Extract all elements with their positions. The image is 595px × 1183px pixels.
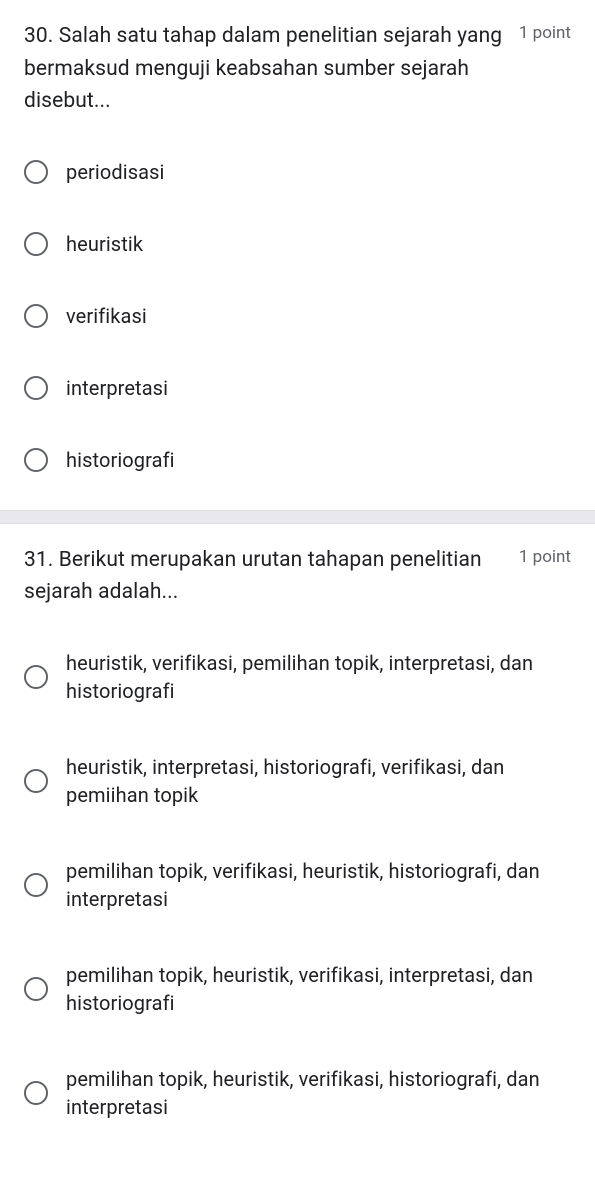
options-list: heuristik, verifikasi, pemilihan topik, … bbox=[24, 637, 571, 1133]
option-d[interactable]: pemilihan topik, heuristik, verifikasi, … bbox=[24, 949, 571, 1029]
option-historiografi[interactable]: historiografi bbox=[24, 434, 571, 486]
radio-icon bbox=[24, 304, 48, 328]
radio-icon bbox=[24, 376, 48, 400]
radio-icon bbox=[24, 665, 48, 689]
radio-icon bbox=[24, 448, 48, 472]
option-label: pemilihan topik, heuristik, verifikasi, … bbox=[66, 1065, 571, 1121]
question-points: 1 point bbox=[519, 20, 571, 43]
option-periodisasi[interactable]: periodisasi bbox=[24, 146, 571, 198]
option-c[interactable]: pemilihan topik, verifikasi, heuristik, … bbox=[24, 845, 571, 925]
radio-icon bbox=[24, 873, 48, 897]
option-label: heuristik, interpretasi, historiografi, … bbox=[66, 753, 571, 809]
option-label: verifikasi bbox=[66, 302, 147, 330]
option-label: historiografi bbox=[66, 446, 175, 474]
radio-icon bbox=[24, 232, 48, 256]
option-label: heuristik bbox=[66, 230, 143, 258]
question-text: 30. Salah satu tahap dalam penelitian se… bbox=[24, 20, 519, 118]
radio-icon bbox=[24, 160, 48, 184]
question-header: 30. Salah satu tahap dalam penelitian se… bbox=[24, 20, 571, 118]
radio-icon bbox=[24, 1081, 48, 1105]
option-b[interactable]: heuristik, interpretasi, historiografi, … bbox=[24, 741, 571, 821]
radio-icon bbox=[24, 977, 48, 1001]
option-label: interpretasi bbox=[66, 374, 168, 402]
option-label: heuristik, verifikasi, pemilihan topik, … bbox=[66, 649, 571, 705]
option-heuristik[interactable]: heuristik bbox=[24, 218, 571, 270]
question-card-30: 30. Salah satu tahap dalam penelitian se… bbox=[0, 0, 595, 510]
radio-icon bbox=[24, 769, 48, 793]
option-a[interactable]: heuristik, verifikasi, pemilihan topik, … bbox=[24, 637, 571, 717]
question-points: 1 point bbox=[519, 544, 571, 567]
question-header: 31. Berikut merupakan urutan tahapan pen… bbox=[24, 544, 571, 609]
option-e[interactable]: pemilihan topik, heuristik, verifikasi, … bbox=[24, 1053, 571, 1133]
options-list: periodisasi heuristik verifikasi interpr… bbox=[24, 146, 571, 486]
option-label: periodisasi bbox=[66, 158, 165, 186]
option-verifikasi[interactable]: verifikasi bbox=[24, 290, 571, 342]
option-interpretasi[interactable]: interpretasi bbox=[24, 362, 571, 414]
option-label: pemilihan topik, heuristik, verifikasi, … bbox=[66, 961, 571, 1017]
question-card-31: 31. Berikut merupakan urutan tahapan pen… bbox=[0, 524, 595, 1157]
question-text: 31. Berikut merupakan urutan tahapan pen… bbox=[24, 544, 519, 609]
option-label: pemilihan topik, verifikasi, heuristik, … bbox=[66, 857, 571, 913]
card-divider bbox=[0, 510, 595, 524]
